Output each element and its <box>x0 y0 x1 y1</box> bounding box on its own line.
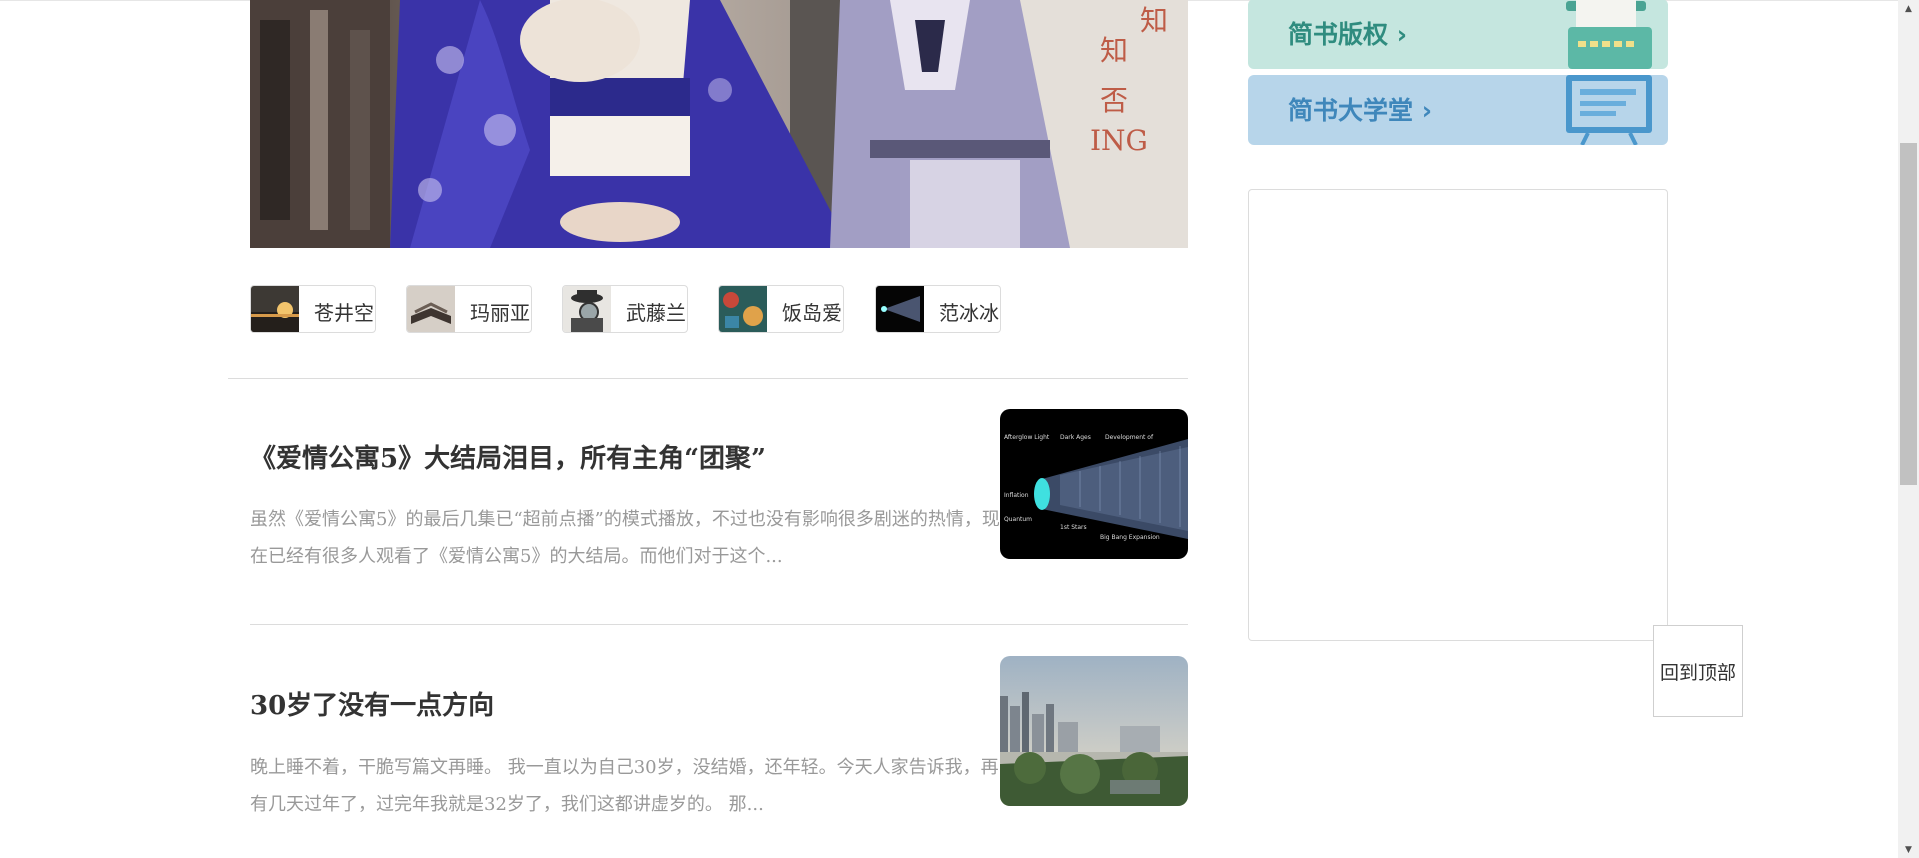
svg-text:Inflation: Inflation <box>1004 492 1029 499</box>
scroll-down-arrow[interactable]: ▼ <box>1898 841 1919 858</box>
scroll-up-arrow[interactable]: ▲ <box>1898 0 1919 17</box>
detective-thumbnail <box>563 286 611 332</box>
svg-text:ING: ING <box>1090 124 1148 157</box>
copyright-card[interactable]: 简书版权 › <box>1248 0 1668 69</box>
article-abstract: 晚上睡不着，干脆写篇文再睡。 我一直以为自己30岁，没结婚，还年轻。今天人家告诉… <box>250 757 999 815</box>
svg-text:知: 知 <box>1140 4 1168 37</box>
city-skyline-image <box>1000 656 1188 806</box>
college-label: 简书大学堂 › <box>1288 96 1433 125</box>
category-label: 苍井空 <box>314 301 374 325</box>
svg-text:Quantum: Quantum <box>1004 516 1032 523</box>
category-label: 玛丽亚 <box>470 301 530 325</box>
category-chip-4[interactable]: 饭岛爱 <box>718 285 844 333</box>
book-thumbnail <box>407 286 455 332</box>
article-thumbnail[interactable]: Afterglow Light Dark Ages Development of I… <box>1000 409 1188 559</box>
sidebar-ad-placeholder <box>1248 189 1668 641</box>
article-thumbnail[interactable] <box>1000 656 1188 806</box>
svg-text:Afterglow Light: Afterglow Light <box>1004 434 1050 441</box>
svg-text:知: 知 <box>1100 34 1128 67</box>
svg-text:1st Stars: 1st Stars <box>1060 524 1087 531</box>
svg-text:Development of: Development of <box>1105 434 1154 441</box>
category-chip-3[interactable]: 武藤兰 <box>562 285 688 333</box>
category-chip-5[interactable]: 范冰冰 <box>875 285 1001 333</box>
article-divider <box>250 624 1188 625</box>
category-label: 饭岛爱 <box>782 301 842 325</box>
section-divider <box>228 378 1188 379</box>
universe-thumbnail <box>876 286 924 332</box>
article-abstract: 虽然《爱情公寓5》的最后几集已“超前点播”的模式播放，不过也没有影响很多剧迷的热… <box>250 509 1000 567</box>
drama-poster-image: 知 否 知 ING <box>250 0 1188 248</box>
category-label: 武藤兰 <box>626 301 686 325</box>
svg-text:Big Bang Expansion: Big Bang Expansion <box>1100 534 1160 541</box>
back-to-top-button[interactable]: 回到顶部 <box>1653 625 1743 717</box>
sunset-thumbnail <box>251 286 299 332</box>
universe-timeline-image: Afterglow Light Dark Ages Development of I… <box>1000 409 1188 559</box>
scrollbar-thumb[interactable] <box>1900 143 1917 485</box>
category-chip-2[interactable]: 玛丽亚 <box>406 285 532 333</box>
article-title[interactable]: 《爱情公寓5》大结局泪目，所有主角“团聚” <box>250 438 766 475</box>
svg-text:Dark Ages: Dark Ages <box>1060 434 1091 441</box>
svg-text:否: 否 <box>1100 84 1128 117</box>
painting-thumbnail <box>719 286 767 332</box>
copyright-label: 简书版权 › <box>1288 20 1408 49</box>
presentation-board-icon <box>1566 75 1652 145</box>
college-card[interactable]: 简书大学堂 › <box>1248 75 1668 145</box>
article-title[interactable]: 30岁了没有一点方向 <box>250 685 494 722</box>
typewriter-icon <box>1566 0 1652 69</box>
vertical-scrollbar[interactable]: ▲ ▼ <box>1898 0 1919 858</box>
hero-banner-image[interactable]: 知 否 知 ING <box>250 0 1188 248</box>
category-label: 范冰冰 <box>939 301 999 325</box>
category-chip-1[interactable]: 苍井空 <box>250 285 376 333</box>
